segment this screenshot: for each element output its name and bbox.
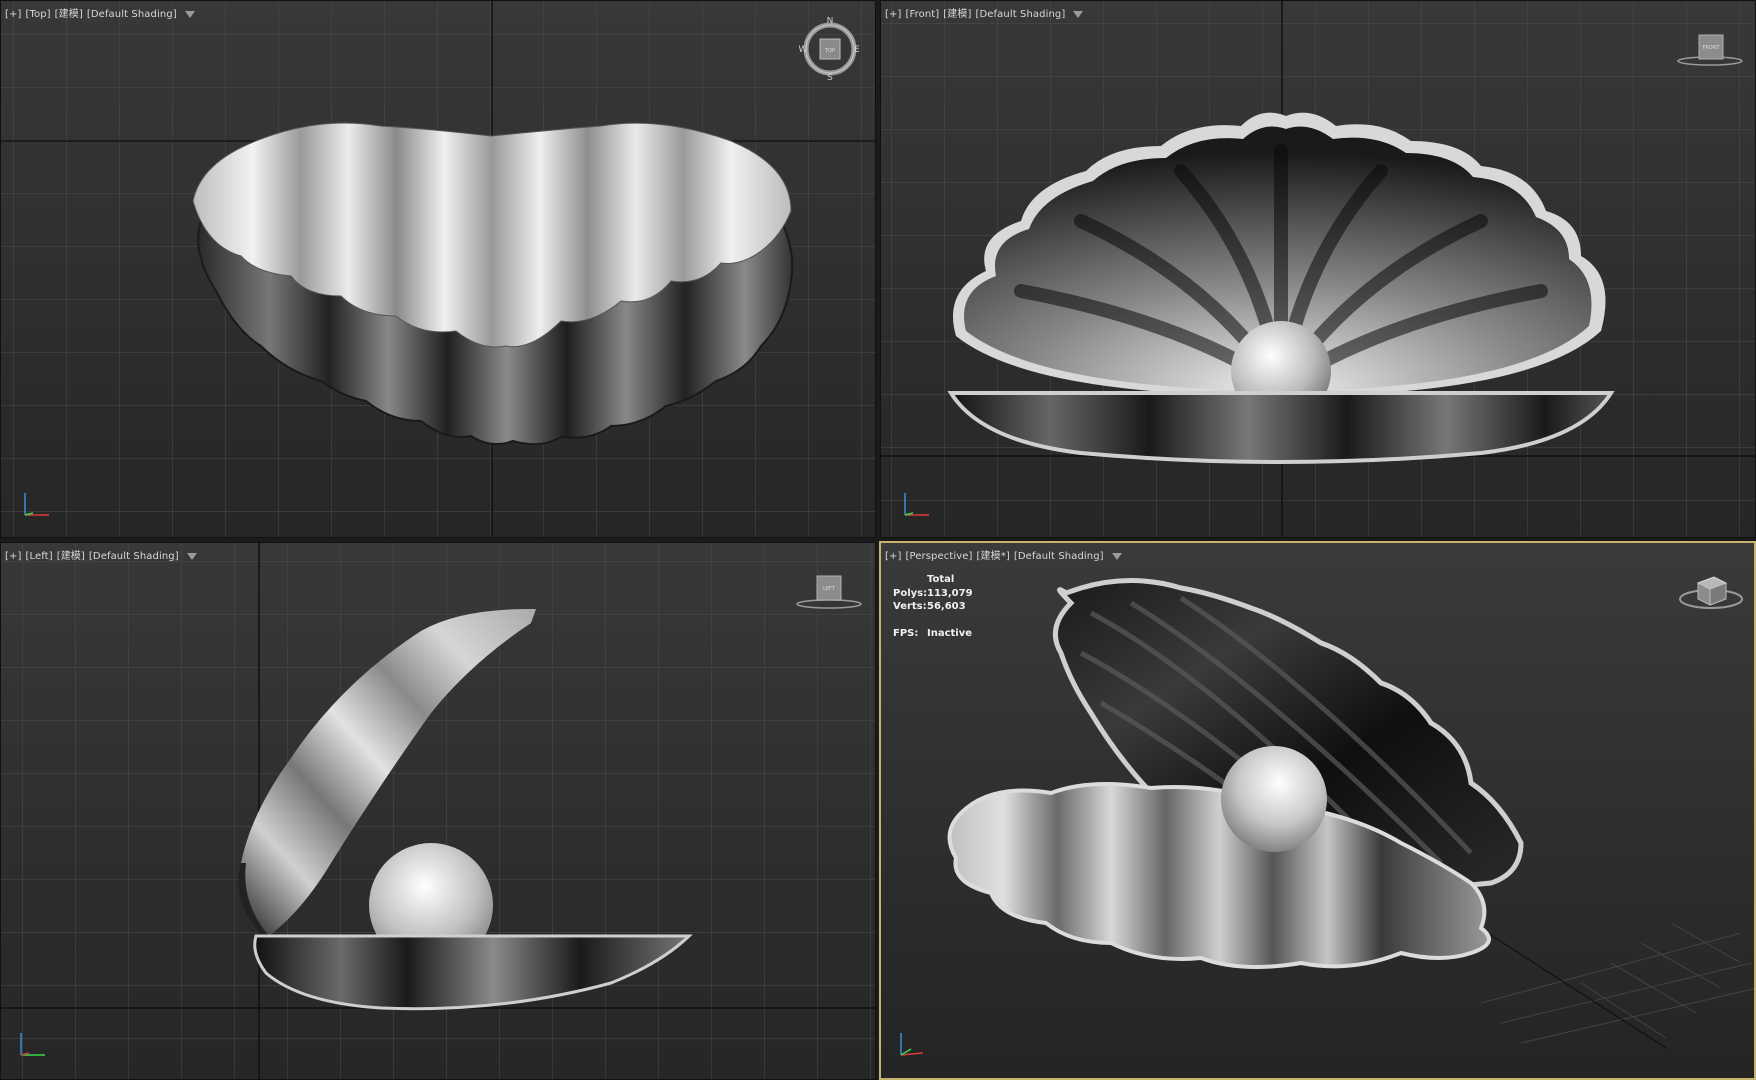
viewport-plus-menu[interactable]: [+] — [885, 551, 901, 562]
viewcube-icon[interactable]: FRONT — [1675, 31, 1745, 71]
viewport-view-menu[interactable]: [Perspective] — [905, 551, 972, 562]
stats-fps-label: FPS: — [893, 628, 919, 639]
axis-tripod-icon — [24, 493, 49, 516]
viewport-plus-menu[interactable]: [+] — [5, 9, 21, 20]
stats-fps-value: Inactive — [927, 628, 973, 639]
axis-tripod-icon — [900, 1033, 924, 1056]
viewport-top[interactable]: [+] [Top] [建模] [Default Shading] TOP N S E … — [0, 0, 876, 538]
viewport-view-menu[interactable]: [Front] — [905, 9, 939, 20]
stats-header: Total — [927, 574, 955, 585]
compass-cube-label: TOP — [824, 48, 835, 54]
viewport-label-left[interactable]: [+] [Left] [建模] [Default Shading] — [5, 547, 201, 562]
statistics-overlay: Total Polys:113,079 Verts:56,603 FPS: Ina… — [893, 573, 973, 641]
viewport-label-perspective[interactable]: [+] [Perspective] [建模*] [Default Shading] — [885, 547, 1126, 562]
compass-s: S — [827, 73, 833, 81]
viewport-shading-menu[interactable]: [Default Shading] — [1014, 551, 1104, 562]
viewcube-icon[interactable]: LEFT — [794, 573, 864, 613]
front-scene — [881, 1, 1755, 537]
viewcube-label: FRONT — [1702, 45, 1720, 51]
filter-icon[interactable] — [184, 10, 195, 18]
compass-n: N — [827, 17, 834, 26]
compass-icon[interactable]: TOP N S E W — [799, 17, 861, 81]
viewport-mode-menu[interactable]: [建模] — [55, 9, 83, 20]
viewport-label-top[interactable]: [+] [Top] [建模] [Default Shading] — [5, 5, 199, 20]
stats-verts-value: 56,603 — [927, 601, 966, 612]
viewport-plus-menu[interactable]: [+] — [885, 9, 901, 20]
stats-polys-value: 113,079 — [927, 587, 973, 599]
viewport-mode-menu[interactable]: [建模*] — [977, 551, 1010, 562]
top-scene — [1, 1, 875, 537]
axis-tripod-icon — [904, 493, 929, 516]
viewport-mode-menu[interactable]: [建模] — [943, 9, 971, 20]
filter-icon[interactable] — [186, 552, 197, 560]
viewcube-icon[interactable] — [1676, 573, 1746, 613]
viewport-front[interactable]: [+] [Front] [建模] [Default Shading] FRONT — [880, 0, 1756, 538]
viewport-left[interactable]: [+] [Left] [建模] [Default Shading] LEFT — [0, 542, 876, 1080]
viewport-shading-menu[interactable]: [Default Shading] — [89, 551, 179, 562]
stats-polys-label: Polys: — [893, 587, 928, 599]
viewport-label-front[interactable]: [+] [Front] [建模] [Default Shading] — [885, 5, 1087, 20]
viewport-plus-menu[interactable]: [+] — [5, 551, 21, 562]
filter-icon[interactable] — [1111, 552, 1122, 560]
viewport-perspective[interactable]: [+] [Perspective] [建模*] [Default Shading] T… — [879, 541, 1756, 1080]
stats-verts-label: Verts: — [893, 601, 927, 612]
viewport-view-menu[interactable]: [Top] — [25, 9, 50, 20]
filter-icon[interactable] — [1073, 10, 1084, 18]
viewport-mode-menu[interactable]: [建模] — [57, 551, 85, 562]
viewport-shading-menu[interactable]: [Default Shading] — [975, 9, 1065, 20]
axis-tripod-icon — [20, 1033, 45, 1056]
viewport-shading-menu[interactable]: [Default Shading] — [87, 9, 177, 20]
viewcube-label: LEFT — [823, 586, 836, 592]
compass-w: W — [799, 45, 808, 55]
compass-e: E — [854, 45, 860, 55]
perspective-scene — [881, 543, 1754, 1078]
viewport-view-menu[interactable]: [Left] — [25, 551, 52, 562]
left-scene — [1, 543, 875, 1079]
